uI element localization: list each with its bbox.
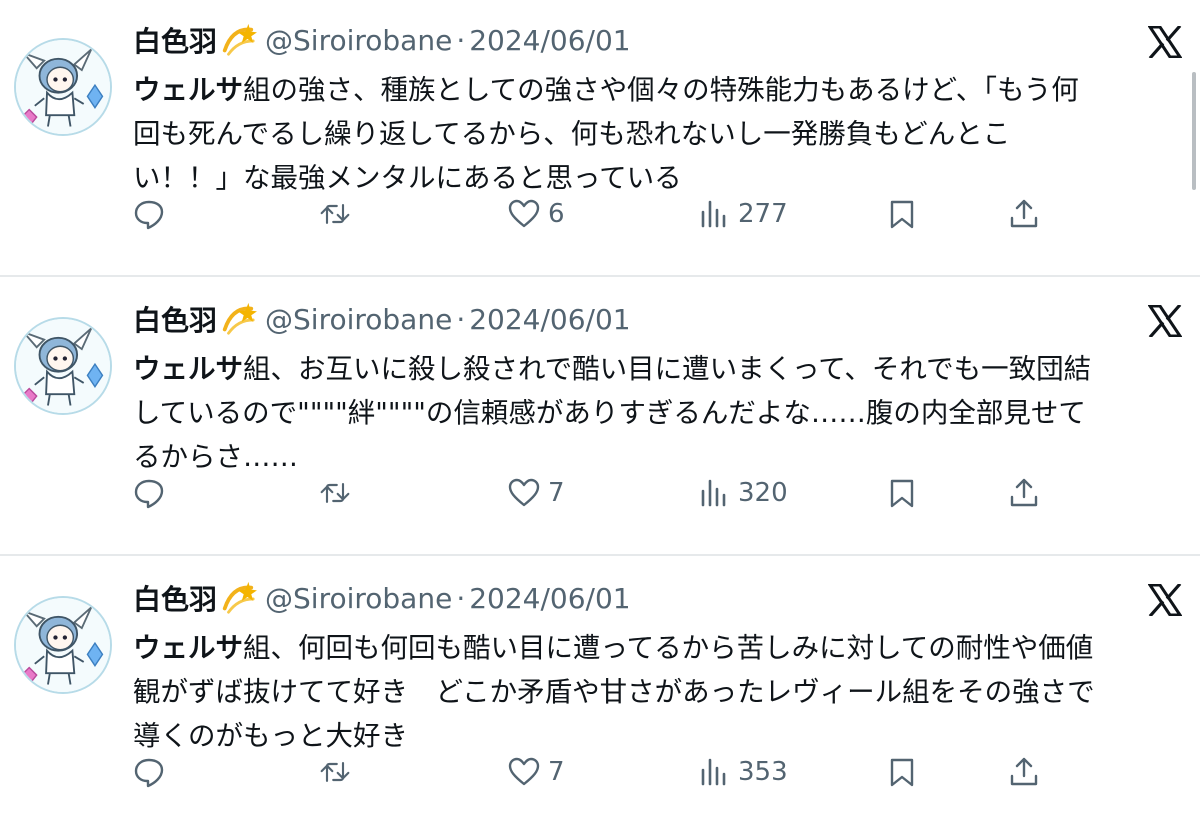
views-icon bbox=[701, 200, 726, 228]
tweet-text-lead: ウェルサ bbox=[133, 353, 243, 385]
user-handle[interactable]: @Siroirobane bbox=[265, 24, 452, 57]
action-bar: 7 353 bbox=[0, 750, 1200, 794]
heart-icon bbox=[508, 199, 540, 228]
x-logo-icon bbox=[1148, 584, 1182, 616]
tweet-header: 白色羽 @Siroirobane · 2024/06/01 bbox=[133, 297, 631, 341]
meta-separator: · bbox=[456, 302, 466, 336]
tweet-divider bbox=[0, 554, 1200, 556]
tweet-text-line-1-rest: 組、お互いに殺し殺されで酷い目に遭いまくって、それでも一致団結 bbox=[243, 353, 1092, 385]
tweet-text-line-2: 観がずば抜けてて好き どこか矛盾や甘さがあったレヴィール組をその強さで bbox=[133, 676, 1095, 708]
tweet-text-line-1-rest: 組、何回も何回も酷い目に遭ってるから苦しみに対しての耐性や価値 bbox=[243, 632, 1094, 664]
x-logo-icon bbox=[1148, 305, 1182, 337]
reply-button[interactable] bbox=[133, 471, 165, 515]
tweet-text-line-1: ウェルサ組、お互いに殺し殺されで酷い目に遭いまくって、それでも一致団結 bbox=[133, 347, 1183, 391]
tweet-card[interactable]: 白色羽 @Siroirobane · 2024/06/01 ウェルサ組の強さ、種… bbox=[0, 0, 1200, 278]
display-name[interactable]: 白色羽 bbox=[133, 299, 217, 339]
heart-icon bbox=[508, 757, 540, 786]
like-count: 7 bbox=[548, 478, 565, 508]
tweet-text-line-1: ウェルサ組の強さ、種族としての強さや個々の特殊能力もあるけど、「もう何 bbox=[133, 68, 1183, 112]
post-date[interactable]: 2024/06/01 bbox=[469, 24, 630, 57]
reply-button[interactable] bbox=[133, 192, 165, 236]
retweet-icon bbox=[320, 204, 350, 224]
reply-button[interactable] bbox=[133, 750, 165, 794]
tweet-text: ウェルサ組、お互いに殺し殺されで酷い目に遭いまくって、それでも一致団結 している… bbox=[133, 347, 1183, 479]
share-button[interactable] bbox=[1008, 471, 1040, 515]
tweet-text: ウェルサ組、何回も何回も酷い目に遭ってるから苦しみに対しての耐性や価値 観がずば… bbox=[133, 626, 1183, 758]
meta-separator: · bbox=[456, 23, 466, 57]
avatar[interactable] bbox=[14, 317, 112, 415]
display-name[interactable]: 白色羽 bbox=[133, 578, 217, 618]
tweet-text: ウェルサ組の強さ、種族としての強さや個々の特殊能力もあるけど、「もう何 回も死ん… bbox=[133, 68, 1183, 200]
dizzy-star-icon bbox=[222, 23, 257, 56]
retweet-icon bbox=[320, 483, 350, 503]
view-count: 277 bbox=[738, 199, 788, 229]
views-button[interactable]: 320 bbox=[698, 471, 788, 515]
user-handle[interactable]: @Siroirobane bbox=[265, 303, 452, 336]
views-icon bbox=[701, 758, 726, 786]
tweet-text-line-2: しているので""""絆""""の信頼感がありすぎるんだよな……腹の内全部見せて bbox=[133, 397, 1086, 429]
view-count: 320 bbox=[738, 478, 788, 508]
tweet-header: 白色羽 @Siroirobane · 2024/06/01 bbox=[133, 576, 631, 620]
tweet-feed: 白色羽 @Siroirobane · 2024/06/01 ウェルサ組の強さ、種… bbox=[0, 0, 1200, 826]
tweet-header: 白色羽 @Siroirobane · 2024/06/01 bbox=[133, 18, 631, 62]
action-bar: 6 277 bbox=[0, 192, 1200, 236]
reply-icon bbox=[134, 200, 164, 230]
x-logo-icon bbox=[1148, 26, 1182, 58]
views-icon bbox=[701, 479, 726, 507]
tweet-text-line-2: 回も死んでるし繰り返してるから、何も恐れないし一発勝負もどんとこ bbox=[133, 118, 1011, 150]
tweet-divider bbox=[0, 275, 1200, 277]
post-date[interactable]: 2024/06/01 bbox=[469, 303, 630, 336]
share-icon bbox=[1010, 478, 1038, 507]
avatar[interactable] bbox=[14, 596, 112, 694]
like-button[interactable]: 6 bbox=[508, 192, 565, 236]
heart-icon bbox=[508, 478, 540, 507]
retweet-button[interactable] bbox=[319, 750, 351, 794]
reply-icon bbox=[134, 479, 164, 509]
like-button[interactable]: 7 bbox=[508, 471, 565, 515]
share-icon bbox=[1010, 199, 1038, 228]
tweet-text-lead: ウェルサ bbox=[133, 74, 243, 106]
like-count: 6 bbox=[548, 199, 565, 229]
action-bar: 7 320 bbox=[0, 471, 1200, 515]
bookmark-icon bbox=[890, 200, 914, 229]
views-button[interactable]: 277 bbox=[698, 192, 788, 236]
like-button[interactable]: 7 bbox=[508, 750, 565, 794]
bookmark-button[interactable] bbox=[886, 192, 918, 236]
user-handle[interactable]: @Siroirobane bbox=[265, 582, 452, 615]
share-button[interactable] bbox=[1008, 192, 1040, 236]
view-count: 353 bbox=[738, 757, 788, 787]
reply-icon bbox=[134, 758, 164, 788]
post-date[interactable]: 2024/06/01 bbox=[469, 582, 630, 615]
avatar[interactable] bbox=[14, 38, 112, 136]
retweet-icon bbox=[320, 762, 350, 782]
bookmark-button[interactable] bbox=[886, 750, 918, 794]
share-button[interactable] bbox=[1008, 750, 1040, 794]
like-count: 7 bbox=[548, 757, 565, 787]
display-name[interactable]: 白色羽 bbox=[133, 20, 217, 60]
tweet-card[interactable]: 白色羽 @Siroirobane · 2024/06/01 ウェルサ組、何回も何… bbox=[0, 558, 1200, 836]
bookmark-icon bbox=[890, 758, 914, 787]
dizzy-star-icon bbox=[222, 581, 257, 614]
tweet-text-line-1-rest: 組の強さ、種族としての強さや個々の特殊能力もあるけど、「もう何 bbox=[243, 74, 1079, 106]
tweet-text-lead: ウェルサ bbox=[133, 632, 243, 664]
tweet-card[interactable]: 白色羽 @Siroirobane · 2024/06/01 ウェルサ組、お互いに… bbox=[0, 279, 1200, 557]
views-button[interactable]: 353 bbox=[698, 750, 788, 794]
retweet-button[interactable] bbox=[319, 471, 351, 515]
retweet-button[interactable] bbox=[319, 192, 351, 236]
bookmark-icon bbox=[890, 479, 914, 508]
share-icon bbox=[1010, 757, 1038, 786]
bookmark-button[interactable] bbox=[886, 471, 918, 515]
dizzy-star-icon bbox=[222, 302, 257, 335]
meta-separator: · bbox=[456, 581, 466, 615]
tweet-text-line-1: ウェルサ組、何回も何回も酷い目に遭ってるから苦しみに対しての耐性や価値 bbox=[133, 626, 1183, 670]
